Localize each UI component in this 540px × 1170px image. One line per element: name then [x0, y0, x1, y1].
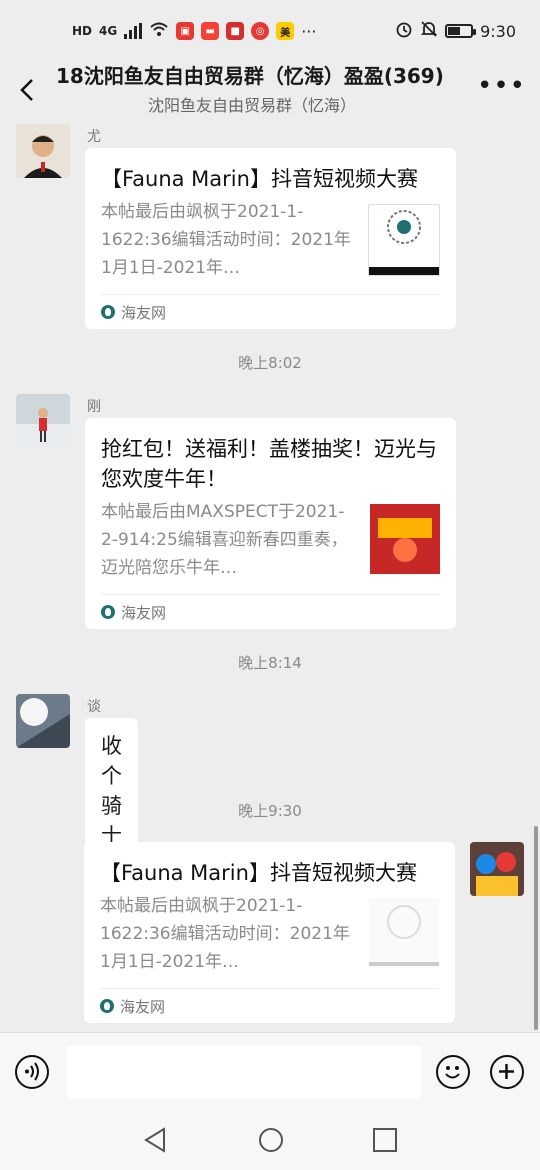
card-description: 本帖最后由飒枫于2021-1-1622:36编辑活动时间：2021年1月1日-2…	[101, 202, 351, 278]
status-bar: HD 4G ▣ ▬ ■ ◎ 美 ··· 9:30	[0, 0, 540, 62]
card-description: 本帖最后由MAXSPECT于2021-2-914:25编辑喜迎新春四重奏，迈光陪…	[101, 502, 348, 578]
system-nav-bar	[0, 1110, 540, 1170]
clock: 9:30	[480, 21, 516, 41]
card-source: 海友网	[101, 294, 440, 329]
timestamp: 晚上9:30	[238, 802, 302, 820]
card-source-label: 海友网	[121, 603, 167, 622]
card-thumbnail	[370, 504, 440, 574]
notification-app-icon: ◎	[251, 22, 270, 40]
card-source: 海友网	[101, 594, 440, 629]
card-source-label: 海友网	[120, 997, 166, 1016]
input-bar	[0, 1032, 540, 1111]
avatar[interactable]	[16, 394, 70, 448]
avatar-self[interactable]	[470, 842, 524, 896]
chat-header: 18沈阳鱼友自由贸易群（忆海）盈盈(369) 沈阳鱼友自由贸易群（忆海） •••	[0, 62, 540, 118]
card-title: 抢红包！送福利！盖楼抽奖！迈光与您欢度牛年！	[101, 437, 437, 491]
status-right: 9:30	[395, 20, 516, 42]
signal-icon	[124, 23, 143, 39]
chat-area[interactable]: 尤其是 【Fauna Marin】抖音短视频大赛 本帖最后由飒枫于2021-1-…	[0, 118, 540, 1032]
site-logo-icon	[100, 999, 114, 1013]
notification-app-icon: ▣	[176, 22, 195, 40]
notification-app-icon: ▬	[201, 22, 220, 40]
avatar[interactable]	[16, 124, 70, 178]
card-description: 本帖最后由飒枫于2021-1-1622:36编辑活动时间：2021年1月1日-2…	[100, 896, 350, 972]
network-indicator: 4G	[99, 24, 118, 38]
card-source-label: 海友网	[121, 303, 167, 322]
card-thumbnail	[369, 898, 439, 968]
timestamp: 晚上8:02	[238, 354, 302, 372]
timestamp: 晚上8:14	[238, 654, 302, 672]
emoji-icon[interactable]	[436, 1055, 470, 1089]
site-logo-icon	[101, 605, 115, 619]
more-options-icon[interactable]: •••	[477, 73, 526, 99]
card-title: 【Fauna Marin】抖音短视频大赛	[100, 861, 417, 885]
card-title: 【Fauna Marin】抖音短视频大赛	[101, 167, 418, 191]
wifi-icon	[149, 21, 169, 41]
mute-icon	[420, 20, 438, 42]
nav-back-icon[interactable]	[142, 1126, 168, 1158]
link-card[interactable]: 抢红包！送福利！盖楼抽奖！迈光与您欢度牛年！ 本帖最后由MAXSPECT于202…	[85, 418, 456, 629]
link-card[interactable]: 【Fauna Marin】抖音短视频大赛 本帖最后由飒枫于2021-1-1622…	[84, 842, 455, 1023]
battery-icon	[445, 24, 477, 38]
nav-recents-icon[interactable]	[372, 1127, 398, 1157]
voice-input-icon[interactable]	[15, 1055, 49, 1089]
card-source: 海友网	[100, 988, 439, 1023]
card-thumbnail	[368, 204, 440, 276]
avatar[interactable]	[16, 694, 70, 748]
link-card[interactable]: 【Fauna Marin】抖音短视频大赛 本帖最后由飒枫于2021-1-1622…	[85, 148, 456, 329]
text-bubble[interactable]: 收个骑士	[85, 718, 138, 862]
chat-title: 18沈阳鱼友自由贸易群（忆海）盈盈(369)	[56, 64, 444, 88]
alarm-icon	[395, 20, 413, 42]
chat-subtitle: 沈阳鱼友自由贸易群（忆海）	[148, 96, 357, 115]
notification-app-icon: ■	[226, 22, 245, 40]
more-notifications-icon: ···	[301, 21, 317, 41]
hd-indicator: HD	[72, 24, 93, 38]
back-icon[interactable]	[14, 76, 42, 104]
scrollbar[interactable]	[534, 826, 538, 1030]
status-left: HD 4G ▣ ▬ ■ ◎ 美 ···	[72, 21, 316, 41]
site-logo-icon	[101, 305, 115, 319]
add-icon[interactable]	[490, 1055, 524, 1089]
message-input[interactable]	[66, 1045, 422, 1099]
notification-app-icon: 美	[276, 22, 295, 40]
nav-home-icon[interactable]	[257, 1126, 285, 1158]
